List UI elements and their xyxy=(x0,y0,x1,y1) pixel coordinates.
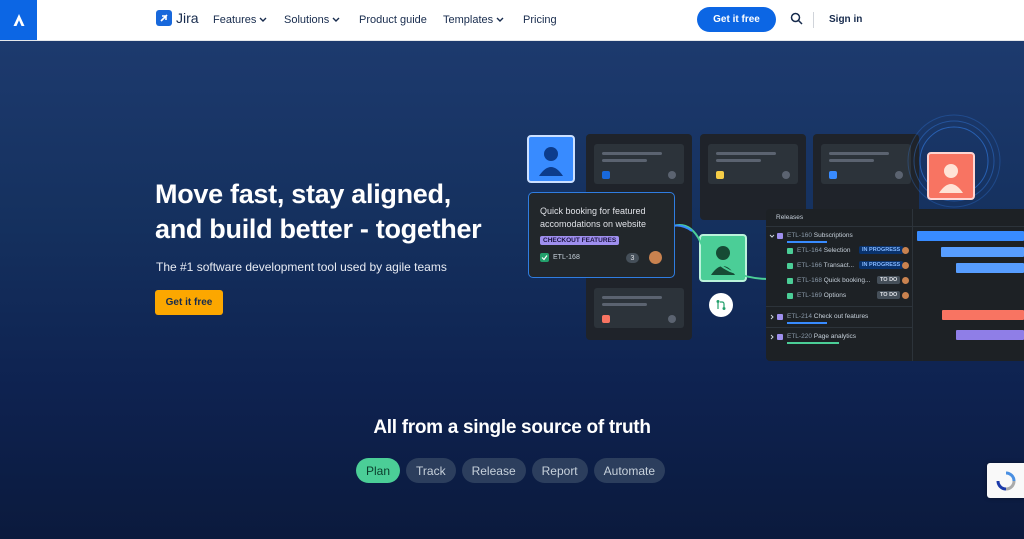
epic-icon xyxy=(777,314,783,320)
board-column xyxy=(813,134,919,220)
task-card-count: 3 xyxy=(626,253,639,263)
assignee-avatar xyxy=(902,292,909,299)
jira-brand[interactable]: Jira xyxy=(156,10,199,26)
board-card xyxy=(708,144,798,184)
task-card: Quick booking for featured accomodations… xyxy=(528,192,675,278)
recaptcha-badge[interactable] xyxy=(987,463,1024,498)
task-card-title: Quick booking for featured accomodations… xyxy=(540,206,647,229)
hero-subline: The #1 software development tool used by… xyxy=(156,260,447,274)
board-column xyxy=(700,134,806,220)
release-row: ETL-160 Subscriptions xyxy=(766,229,912,243)
connector-line xyxy=(672,224,769,280)
chevron-down-icon xyxy=(259,17,267,22)
sign-in-link[interactable]: Sign in xyxy=(829,14,862,25)
board-card xyxy=(594,144,684,184)
board-card xyxy=(594,288,684,328)
task-card-id: ETL-168 xyxy=(553,254,580,261)
hero-section: Move fast, stay aligned, and build bette… xyxy=(0,41,1024,539)
release-row: ETL-164 Selection IN PROGRESS xyxy=(766,244,912,258)
story-icon xyxy=(716,171,724,179)
assignee-avatar xyxy=(902,247,909,254)
story-icon xyxy=(787,293,793,299)
nav-solutions[interactable]: Solutions xyxy=(284,14,340,26)
assignee-avatar xyxy=(649,251,662,264)
release-row: ETL-214 Check out features xyxy=(766,310,912,324)
user-avatar-red xyxy=(927,152,975,200)
person-icon xyxy=(539,147,563,176)
user-avatar-blue xyxy=(527,135,575,183)
hero-headline: Move fast, stay aligned, and build bette… xyxy=(155,179,482,244)
bug-icon xyxy=(602,315,610,323)
get-it-free-nav-button[interactable]: Get it free xyxy=(697,7,776,32)
chevron-down-icon xyxy=(332,17,340,22)
task-icon xyxy=(602,171,610,179)
story-check-icon xyxy=(540,253,549,262)
tab-release[interactable]: Release xyxy=(461,458,526,483)
timeline-bar xyxy=(941,247,1024,257)
task-icon xyxy=(829,171,837,179)
timeline-bar xyxy=(956,330,1024,340)
tab-track[interactable]: Track xyxy=(406,458,456,483)
release-row: ETL-220 Page analytics xyxy=(766,330,912,344)
chevron-right-icon xyxy=(770,334,774,340)
chevron-down-icon xyxy=(496,17,504,22)
merge-icon xyxy=(716,300,726,310)
chevron-right-icon xyxy=(770,314,774,320)
brand-name: Jira xyxy=(176,10,199,26)
releases-panel: Releases ETL-160 Subscriptions ETL-164 S… xyxy=(766,209,1024,361)
assignee-avatar xyxy=(902,277,909,284)
tab-automate[interactable]: Automate xyxy=(593,458,666,483)
search-icon[interactable] xyxy=(790,12,803,30)
timeline-bar xyxy=(917,231,1024,241)
story-icon xyxy=(787,263,793,269)
timeline-bar xyxy=(956,263,1024,273)
section-title: All from a single source of truth xyxy=(373,417,651,438)
epic-icon xyxy=(777,233,783,239)
merge-badge xyxy=(709,293,733,317)
chevron-down-icon xyxy=(769,234,775,238)
assignee-avatar xyxy=(902,262,909,269)
board-card xyxy=(821,144,911,184)
nav-divider xyxy=(813,12,814,28)
release-row: ETL-166 Transact... IN PROGRESS xyxy=(766,259,912,273)
recaptcha-icon xyxy=(996,471,1015,490)
top-nav: Jira Features Solutions Product guide Te… xyxy=(0,0,1024,41)
person-icon xyxy=(939,164,963,193)
get-it-free-hero-button[interactable]: Get it free xyxy=(155,290,223,315)
feature-tabs: Plan Track Release Report Automate xyxy=(356,458,666,483)
tab-report[interactable]: Report xyxy=(531,458,588,483)
story-icon xyxy=(787,248,793,254)
release-row: ETL-169 Options TO DO xyxy=(766,289,912,303)
task-card-tag: CHECKOUT FEATURES xyxy=(540,236,620,245)
nav-product-guide[interactable]: Product guide xyxy=(359,14,427,26)
tab-plan[interactable]: Plan xyxy=(356,458,401,483)
nav-pricing[interactable]: Pricing xyxy=(523,14,557,26)
timeline-bar xyxy=(942,310,1024,320)
jira-logo-icon xyxy=(156,10,172,26)
release-row: ETL-168 Quick booking... TO DO xyxy=(766,274,912,288)
epic-icon xyxy=(777,334,783,340)
nav-templates[interactable]: Templates xyxy=(443,14,504,26)
releases-header: Releases xyxy=(776,214,804,221)
atlassian-icon xyxy=(13,14,24,26)
atlassian-logo[interactable] xyxy=(0,0,37,40)
story-icon xyxy=(787,278,793,284)
nav-features[interactable]: Features xyxy=(213,14,267,26)
